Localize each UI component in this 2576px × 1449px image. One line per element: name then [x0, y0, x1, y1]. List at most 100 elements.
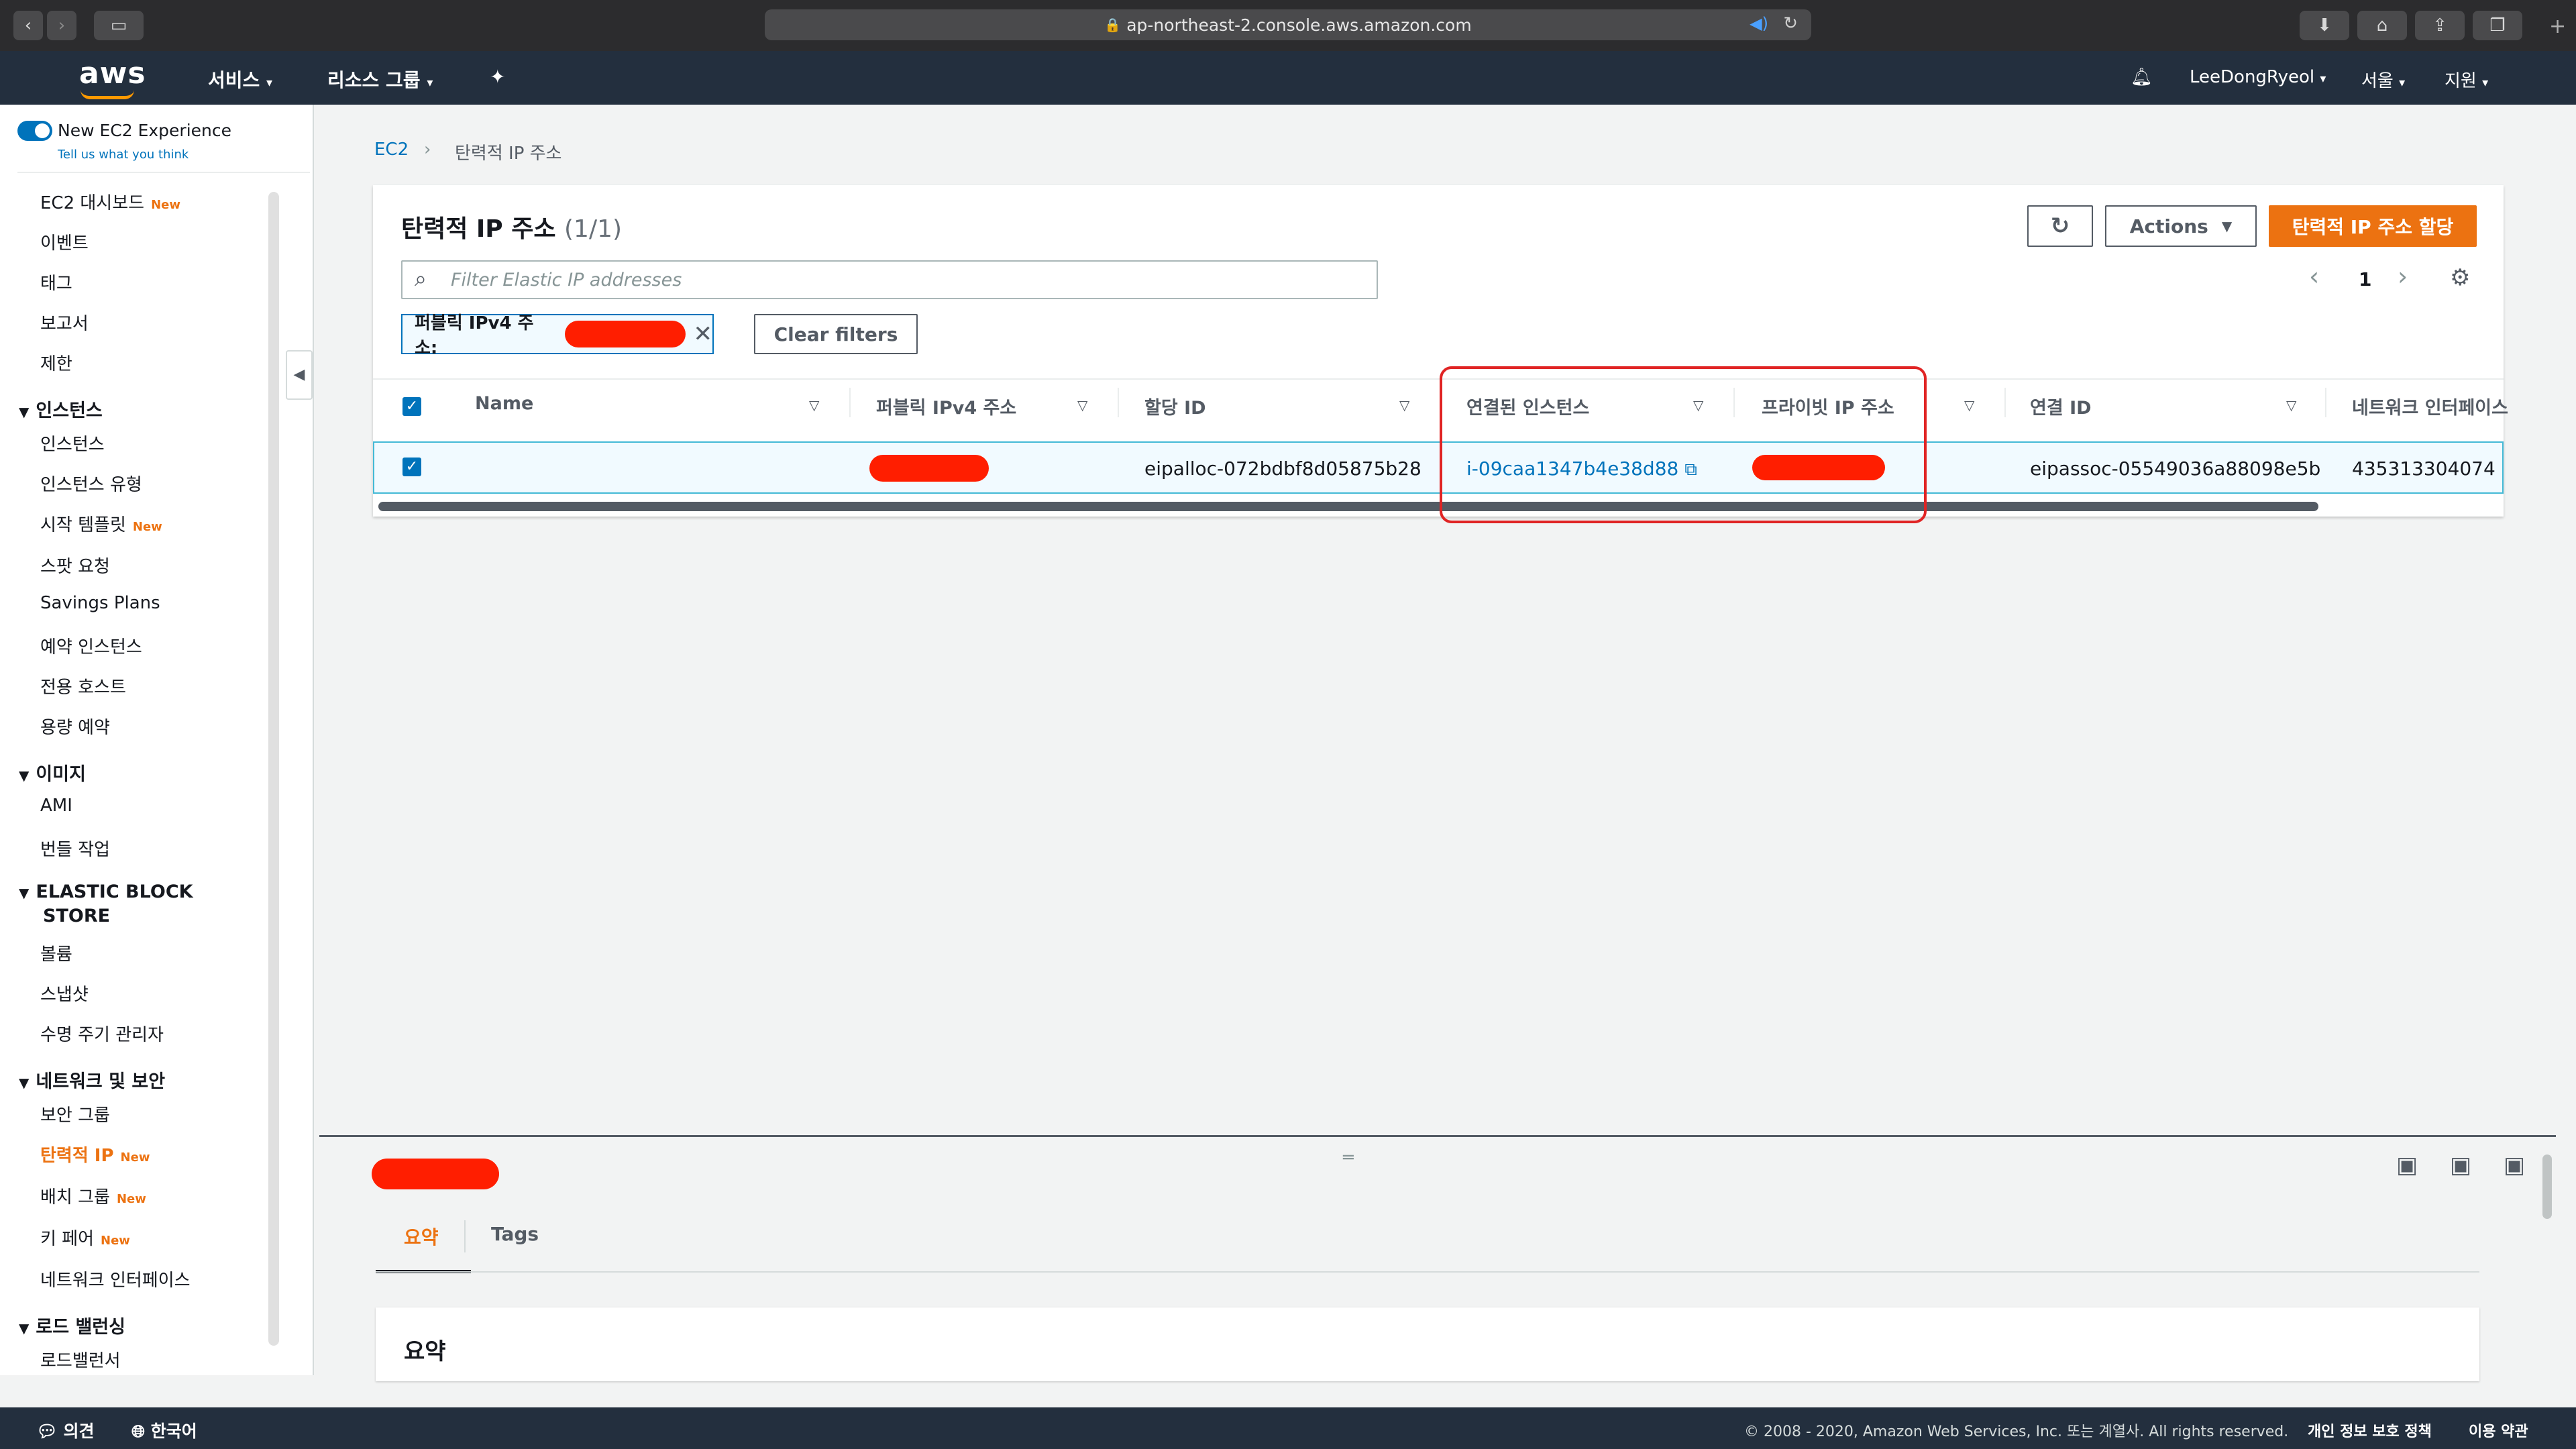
allocation-id-cell: eipalloc-072bdbf8d05875b28	[1144, 458, 1421, 480]
page-number[interactable]: 1	[2359, 268, 2371, 290]
actions-button[interactable]: Actions ▼	[2105, 205, 2257, 247]
pane-bottom-icon[interactable]: ▣	[2396, 1152, 2418, 1179]
sidebar-item-key-pairs[interactable]: 키 페어 New	[40, 1225, 130, 1250]
sort-icon[interactable]: ▽	[1399, 397, 1409, 413]
refresh-button[interactable]: ↻	[2027, 205, 2093, 247]
sidebar-item-reserved-instances[interactable]: 예약 인스턴스	[40, 633, 142, 658]
highlight-box	[1440, 366, 1927, 523]
sidebar-section-load-balancing[interactable]: 로드 밸런싱	[19, 1312, 125, 1338]
support-menu[interactable]: 지원 ▾	[2445, 67, 2488, 92]
back-icon[interactable]: ‹	[13, 11, 43, 40]
sidebar-item-dedicated-hosts[interactable]: 전용 호스트	[40, 674, 126, 698]
sidebar-item-elastic-ips[interactable]: 탄력적 IP New	[40, 1142, 150, 1167]
breadcrumb-ec2[interactable]: EC2	[374, 140, 409, 160]
table-header-top-border	[373, 378, 2504, 380]
share-icon[interactable]: ⇪	[2415, 11, 2465, 40]
sidebar-scrollbar[interactable]	[268, 192, 279, 1346]
sidebar-item-bundle-tasks[interactable]: 번들 작업	[40, 836, 110, 861]
summary-card: 요약	[376, 1307, 2479, 1381]
address-bar[interactable]: 🔒 ap-northeast-2.console.aws.amazon.com …	[765, 9, 1811, 40]
sidebar-item-instance-types[interactable]: 인스턴스 유형	[40, 471, 142, 496]
new-tab-icon[interactable]: +	[2549, 15, 2566, 38]
sidebar-item-savings-plans[interactable]: Savings Plans	[40, 593, 160, 613]
tabs-icon[interactable]: ❐	[2473, 11, 2522, 40]
sidebar-item-security-groups[interactable]: 보안 그룹	[40, 1102, 110, 1126]
resource-groups-menu[interactable]: 리소스 그룹 ▾	[327, 66, 433, 93]
next-page-icon[interactable]: ›	[2398, 262, 2408, 291]
summary-title: 요약	[404, 1338, 446, 1365]
sidebar-item-placement-groups[interactable]: 배치 그룹 New	[40, 1183, 146, 1208]
row-checkbox[interactable]: ✓	[402, 458, 421, 476]
column-allocation-id[interactable]: 할당 ID	[1144, 393, 1206, 419]
services-menu[interactable]: 서비스 ▾	[208, 66, 272, 93]
detail-scrollbar[interactable]	[2542, 1155, 2552, 1219]
language-selector[interactable]: 🌐︎ 한국어	[131, 1418, 197, 1442]
bell-icon[interactable]: 🔔︎	[2131, 67, 2153, 87]
pin-icon[interactable]: ✦	[490, 66, 505, 88]
column-public-ipv4[interactable]: 퍼블릭 IPv4 주소	[876, 393, 1016, 419]
sidebar-item-ec2-dashboard[interactable]: EC2 대시보드 New	[40, 189, 180, 214]
settings-gear-icon[interactable]: ⚙	[2450, 264, 2470, 291]
collapse-sidebar-icon[interactable]: ◀	[286, 350, 313, 400]
sidebar-item-lifecycle-manager[interactable]: 수명 주기 관리자	[40, 1021, 164, 1046]
select-all-checkbox[interactable]: ✓	[402, 397, 421, 416]
tab-tags[interactable]: Tags	[491, 1223, 539, 1245]
resize-handle-icon[interactable]: ═	[1343, 1148, 1354, 1168]
filter-input[interactable]	[449, 267, 1362, 292]
download-icon[interactable]: ⬇	[2300, 11, 2349, 40]
sidebar-item-capacity-reservations[interactable]: 용량 예약	[40, 714, 110, 739]
elastic-ip-table-panel: 탄력적 IP 주소 (1/1) ↻ Actions ▼ 탄력적 IP 주소 할당…	[373, 185, 2508, 523]
remove-filter-icon[interactable]: ✕	[694, 321, 713, 347]
column-separator	[2325, 388, 2326, 417]
clear-filters-button[interactable]: Clear filters	[754, 314, 918, 354]
sidebar-section-images[interactable]: 이미지	[19, 759, 86, 786]
pane-full-icon[interactable]: ▣	[2504, 1152, 2525, 1179]
detail-pane: ═ ▣ ▣ ▣ 요약 Tags 요약	[319, 1135, 2556, 1381]
allocate-elastic-ip-button[interactable]: 탄력적 IP 주소 할당	[2269, 205, 2477, 247]
column-network-interface[interactable]: 네트워크 인터페이스	[2352, 393, 2508, 419]
home-icon[interactable]: ⌂	[2357, 11, 2407, 40]
sidebar-section-ebs-line2: STORE	[43, 906, 111, 926]
aws-navbar: aws 서비스 ▾ 리소스 그룹 ▾ ✦ 🔔︎ LeeDongRyeol ▾ 서…	[0, 51, 2576, 105]
sidebar-item-tags[interactable]: 태그	[40, 270, 72, 294]
reload-icon[interactable]: ↻	[1783, 13, 1798, 34]
column-association-id[interactable]: 연결 ID	[2030, 393, 2092, 419]
sidebar-item-launch-templates[interactable]: 시작 템플릿 New	[40, 511, 162, 536]
sidebar-item-load-balancers[interactable]: 로드밸런서	[40, 1347, 121, 1372]
sidebar-item-volumes[interactable]: 볼륨	[40, 941, 72, 965]
column-name[interactable]: Name	[475, 393, 533, 414]
sidebar-section-ebs[interactable]: ELASTIC BLOCK	[19, 881, 193, 902]
sidebar-item-snapshots[interactable]: 스냅샷	[40, 981, 89, 1006]
sidebar-item-events[interactable]: 이벤트	[40, 229, 89, 254]
prev-page-icon[interactable]: ‹	[2309, 262, 2319, 291]
horizontal-scrollbar[interactable]	[378, 502, 2318, 511]
sort-icon[interactable]: ▽	[809, 397, 819, 413]
sidebar-section-network-security[interactable]: 네트워크 및 보안	[19, 1067, 165, 1093]
sidebar-item-reports[interactable]: 보고서	[40, 310, 89, 335]
sidebar-item-ami[interactable]: AMI	[40, 796, 72, 816]
refresh-icon: ↻	[2050, 213, 2070, 239]
privacy-link[interactable]: 개인 정보 보호 정책	[2308, 1419, 2432, 1441]
sidebar-item-spot-requests[interactable]: 스팟 요청	[40, 553, 110, 578]
new-experience-toggle[interactable]	[17, 121, 52, 141]
sort-icon[interactable]: ▽	[2286, 397, 2296, 413]
speaker-icon[interactable]: ◀)	[1750, 14, 1768, 33]
region-menu[interactable]: 서울 ▾	[2361, 67, 2405, 92]
tab-summary[interactable]: 요약	[404, 1223, 439, 1250]
terms-link[interactable]: 이용 약관	[2469, 1419, 2528, 1441]
sidebar-toggle-icon[interactable]: ▭	[94, 11, 144, 40]
page-title: 탄력적 IP 주소 (1/1)	[401, 215, 623, 243]
sidebar-item-limits[interactable]: 제한	[40, 350, 72, 375]
sidebar-item-network-interfaces[interactable]: 네트워크 인터페이스	[40, 1267, 191, 1291]
feedback-button[interactable]: 💬︎ 의견	[36, 1418, 94, 1442]
forward-icon[interactable]: ›	[47, 11, 76, 40]
sort-icon[interactable]: ▽	[1964, 397, 1974, 413]
aws-logo[interactable]: aws	[79, 56, 146, 91]
sort-icon[interactable]: ▽	[1077, 397, 1087, 413]
tell-us-link[interactable]: Tell us what you think	[58, 148, 189, 162]
sidebar-item-instances[interactable]: 인스턴스	[40, 431, 105, 455]
sidebar-section-instances[interactable]: 인스턴스	[19, 396, 102, 422]
user-menu[interactable]: LeeDongRyeol ▾	[2190, 67, 2326, 87]
pane-split-icon[interactable]: ▣	[2450, 1152, 2471, 1179]
search-icon: ⌕	[415, 266, 427, 291]
